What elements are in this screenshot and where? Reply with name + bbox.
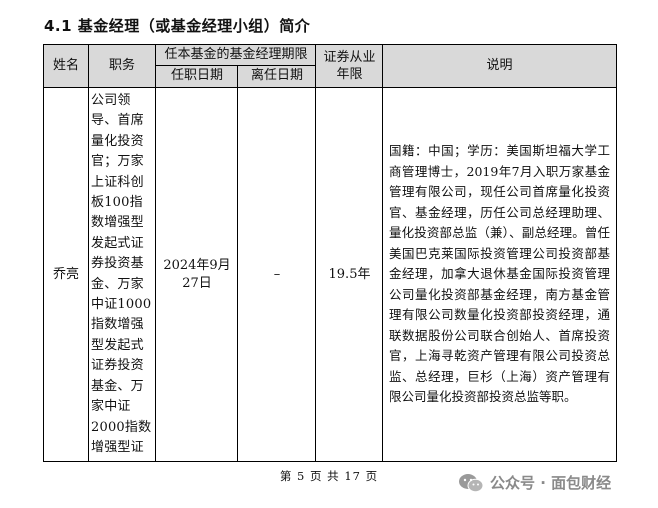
divider (382, 45, 383, 461)
divider (88, 45, 89, 461)
watermark-text: 公众号 · 面包财经 (490, 474, 612, 492)
divider (237, 65, 238, 461)
manager-table: 姓名 职务 任本基金的基金经理期限 任职日期 离任日期 证券从业年限 说明 乔亮… (43, 44, 617, 462)
header-name: 姓名 (44, 45, 88, 87)
divider (155, 65, 316, 66)
divider (315, 45, 316, 461)
section-title: 4.1 基金经理（或基金经理小组）简介 (44, 17, 311, 35)
cell-name: 乔亮 (52, 266, 79, 282)
header-end-date: 离任日期 (238, 65, 316, 87)
header-description: 说明 (383, 45, 616, 87)
divider (155, 45, 156, 461)
watermark: 公众号 · 面包财经 (458, 472, 611, 493)
cell-end-date: – (273, 266, 281, 282)
wechat-icon (459, 473, 484, 492)
cell-duty: 公司领导、首席量化投资官；万家上证科创板100指数增强型发起式证券投资基金、万家… (91, 93, 152, 455)
cell-start-date: 2024年9月27日 (163, 257, 231, 291)
header-years: 证券从业年限 (316, 45, 383, 87)
header-start-date: 任职日期 (156, 65, 238, 87)
header-term-group: 任本基金的基金经理期限 (156, 45, 316, 65)
header-duty: 职务 (88, 45, 156, 87)
divider (44, 87, 616, 88)
cell-description: 国籍：中国；学历：美国斯坦福大学工商管理博士，2019年7月入职万家基金管理有限… (389, 143, 610, 405)
cell-years: 19.5年 (328, 266, 371, 282)
